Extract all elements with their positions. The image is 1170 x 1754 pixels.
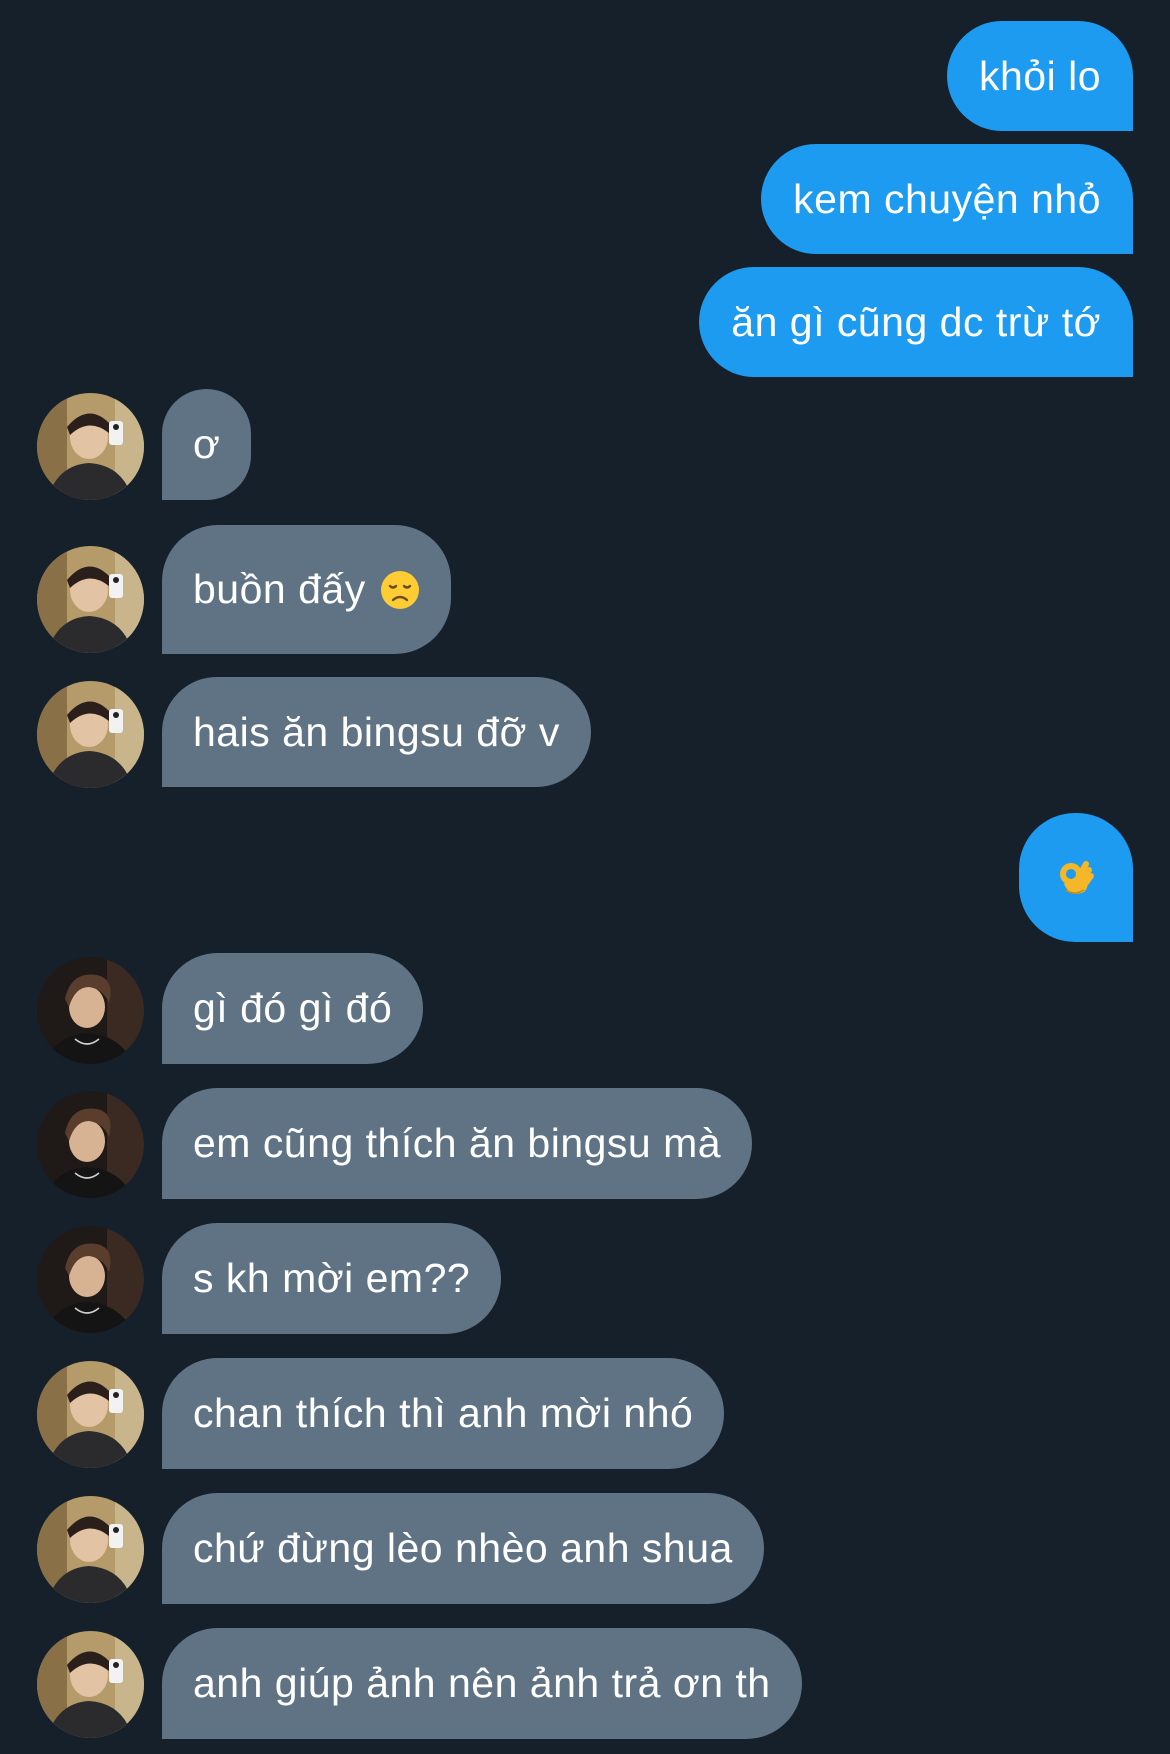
avatar-friend-b[interactable]	[37, 1226, 144, 1333]
message-bubble-incoming[interactable]: chan thích thì anh mời nhó	[162, 1358, 725, 1469]
message-text: s kh mời em??	[193, 1255, 471, 1301]
message-bubble-outgoing[interactable]	[1019, 813, 1133, 942]
message-bubble-incoming[interactable]: buồn đấy	[162, 525, 451, 654]
avatar-friend-a[interactable]	[37, 1496, 144, 1603]
avatar-friend-a[interactable]	[37, 1631, 144, 1738]
message-bubble-outgoing[interactable]: khỏi lo	[946, 21, 1133, 131]
message-text: buồn đấy	[193, 566, 366, 612]
message-text: ăn gì cũng dc trừ tớ	[731, 298, 1101, 345]
avatar-friend-b[interactable]	[37, 957, 144, 1064]
message-text: khỏi lo	[978, 52, 1101, 99]
message-bubble-incoming[interactable]: s kh mời em??	[162, 1223, 502, 1334]
message-bubble-incoming[interactable]: hais ăn bingsu đỡ v	[162, 677, 591, 787]
message-text: chan thích thì anh mời nhó	[193, 1390, 694, 1436]
message-bubble-incoming[interactable]: gì đó gì đó	[162, 953, 424, 1064]
message-bubble-outgoing[interactable]: kem chuyện nhỏ	[761, 144, 1133, 254]
message-bubble-outgoing[interactable]: ăn gì cũng dc trừ tớ	[699, 267, 1133, 377]
message-bubble-incoming[interactable]: anh giúp ảnh nên ảnh trả ơn th	[162, 1628, 802, 1739]
message-text: em cũng thích ăn bingsu mà	[193, 1120, 722, 1166]
message-text: anh giúp ảnh nên ảnh trả ơn th	[193, 1660, 771, 1706]
avatar-friend-b[interactable]	[37, 1091, 144, 1198]
message-text: kem chuyện nhỏ	[793, 175, 1101, 222]
message-bubble-incoming[interactable]: em cũng thích ăn bingsu mà	[162, 1088, 753, 1199]
message-text: gì đó gì đó	[193, 985, 393, 1031]
message-bubble-incoming[interactable]: ơ	[162, 389, 252, 500]
disappointed-face-icon	[380, 570, 420, 610]
avatar-friend-a[interactable]	[37, 681, 144, 788]
message-text: hais ăn bingsu đỡ v	[193, 708, 560, 755]
avatar-friend-a[interactable]	[37, 393, 144, 500]
message-text: chứ đừng lèo nhèo anh shua	[193, 1525, 733, 1571]
avatar-friend-a[interactable]	[37, 1361, 144, 1468]
message-text: ơ	[193, 421, 221, 467]
ok-hand-icon	[1056, 856, 1096, 900]
conversation-thread: khỏi lo kem chuyện nhỏ ăn gì cũng dc trừ…	[0, 0, 1170, 1754]
message-bubble-incoming[interactable]: chứ đừng lèo nhèo anh shua	[162, 1493, 764, 1604]
avatar-friend-a[interactable]	[37, 546, 144, 653]
